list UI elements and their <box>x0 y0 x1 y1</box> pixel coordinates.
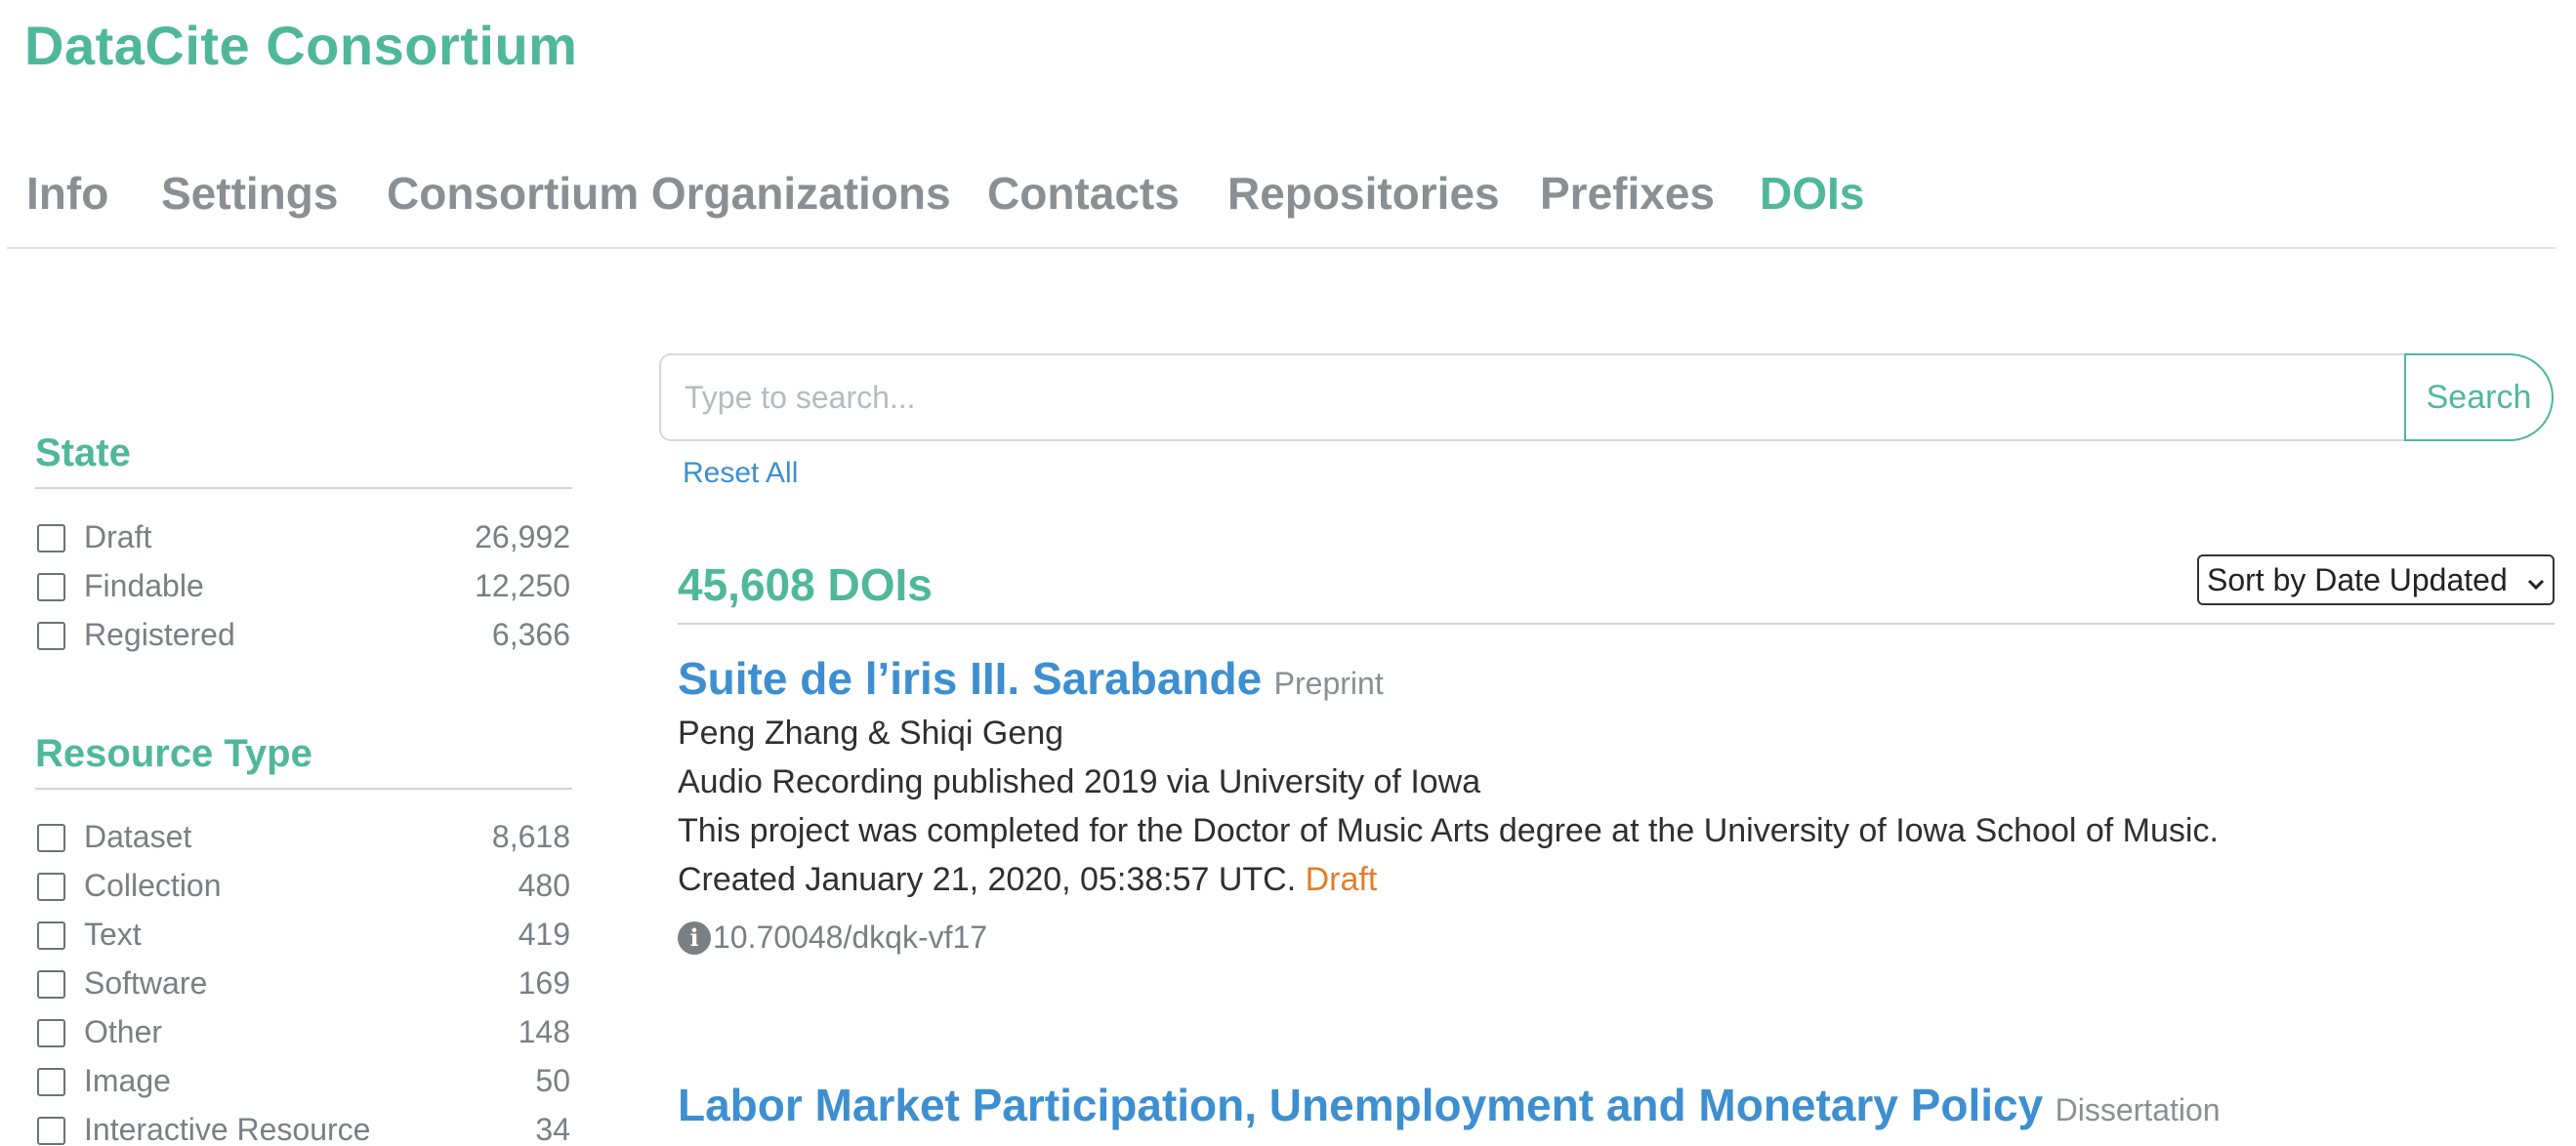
facet-label: Findable <box>84 568 204 603</box>
facet-title-state: State <box>35 431 572 489</box>
results-header: 45,608 DOIs Sort by Date Updated <box>678 547 2555 625</box>
facet-count: 169 <box>518 965 570 1001</box>
checkbox[interactable] <box>37 622 65 650</box>
info-icon: i <box>678 921 711 955</box>
facet-title-resource-type: Resource Type <box>35 732 572 790</box>
facet-item-interactive-resource[interactable]: Interactive Resource 34 <box>35 1108 572 1146</box>
facet-count: 26,992 <box>475 519 570 554</box>
result-type: Dissertation <box>2055 1092 2221 1127</box>
facet-count: 6,366 <box>491 617 570 652</box>
tab-bar: Info Settings Consortium Organizations C… <box>7 161 2555 249</box>
facet-label: Registered <box>84 617 235 652</box>
result-published: Audio Recording published 2019 via Unive… <box>678 763 1481 800</box>
sort-select-value: Sort by Date Updated <box>2207 561 2508 597</box>
checkbox[interactable] <box>37 970 65 999</box>
tab-dois[interactable]: DOIs <box>1760 167 1864 220</box>
checkbox[interactable] <box>37 1117 65 1145</box>
page: DataCite Consortium Info Settings Consor… <box>0 0 2576 1146</box>
results-count: 45,608 DOIs <box>678 559 933 610</box>
facet-item-registered[interactable]: Registered 6,366 <box>35 613 572 662</box>
state-badge: Draft <box>1305 861 1378 898</box>
reset-all-link[interactable]: Reset All <box>683 457 798 490</box>
checkbox[interactable] <box>37 524 65 553</box>
result-title-line: Suite de l’iris III. Sarabande Preprint <box>678 652 2553 705</box>
result-title-line: Labor Market Participation, Unemployment… <box>678 1079 2553 1131</box>
result-description: This project was completed for the Docto… <box>678 812 2219 849</box>
result-title-link[interactable]: Suite de l’iris III. Sarabande <box>678 653 1262 704</box>
facet-item-text[interactable]: Text 419 <box>35 913 572 962</box>
tab-contacts[interactable]: Contacts <box>987 167 1180 220</box>
facet-label: Collection <box>84 868 222 903</box>
tab-prefixes[interactable]: Prefixes <box>1540 167 1715 220</box>
checkbox[interactable] <box>37 1068 65 1096</box>
result-creators: Peng Zhang & Shiqi Geng <box>678 715 1064 752</box>
search-button[interactable]: Search <box>2404 353 2554 441</box>
search-bar: Search <box>659 353 2554 441</box>
created-text: Created January 21, 2020, 05:38:57 UTC. <box>678 861 1297 898</box>
facet-label: Draft <box>84 519 152 554</box>
facet-item-draft[interactable]: Draft 26,992 <box>35 515 572 564</box>
tab-consortium-organizations[interactable]: Consortium Organizations <box>387 167 951 220</box>
facet-label: Other <box>84 1014 163 1049</box>
result-type: Preprint <box>1273 666 1384 701</box>
result-title-link[interactable]: Labor Market Participation, Unemployment… <box>678 1080 2043 1130</box>
checkbox[interactable] <box>37 873 65 901</box>
facet-count: 34 <box>535 1112 570 1146</box>
checkbox[interactable] <box>37 1019 65 1047</box>
checkbox[interactable] <box>37 824 65 852</box>
tab-settings[interactable]: Settings <box>161 167 338 220</box>
result-item: Suite de l’iris III. Sarabande Preprint … <box>678 652 2553 956</box>
doi-link[interactable]: 10.70048/dkqk-vf17 <box>713 920 987 956</box>
facet-item-software[interactable]: Software 169 <box>35 962 572 1010</box>
facet-label: Image <box>84 1063 171 1098</box>
result-item: Labor Market Participation, Unemployment… <box>678 1079 2553 1131</box>
search-input[interactable] <box>659 353 2404 441</box>
facet-item-collection[interactable]: Collection 480 <box>35 864 572 913</box>
checkbox[interactable] <box>37 921 65 950</box>
facet-label: Text <box>84 917 142 952</box>
checkbox[interactable] <box>37 573 65 601</box>
facet-count: 8,618 <box>491 819 570 854</box>
facet-item-dataset[interactable]: Dataset 8,618 <box>35 815 572 864</box>
facet-count: 480 <box>518 868 570 903</box>
tab-repositories[interactable]: Repositories <box>1227 167 1500 220</box>
sort-select[interactable]: Sort by Date Updated <box>2197 554 2555 605</box>
facet-count: 12,250 <box>475 568 570 603</box>
facet-label: Interactive Resource <box>84 1112 371 1146</box>
facet-item-image[interactable]: Image 50 <box>35 1059 572 1108</box>
facet-count: 419 <box>518 917 570 952</box>
facet-count: 50 <box>535 1063 570 1098</box>
doi-line: i 10.70048/dkqk-vf17 <box>678 920 2553 956</box>
brand-title[interactable]: DataCite Consortium <box>24 14 577 77</box>
chevron-down-icon <box>2527 562 2545 598</box>
facet-label: Software <box>84 965 208 1001</box>
facet-item-findable[interactable]: Findable 12,250 <box>35 564 572 613</box>
tab-info[interactable]: Info <box>26 167 108 220</box>
facet-count: 148 <box>518 1014 570 1049</box>
result-created: Created January 21, 2020, 05:38:57 UTC. … <box>678 855 2553 904</box>
facet-item-other[interactable]: Other 148 <box>35 1010 572 1059</box>
facet-label: Dataset <box>84 819 192 854</box>
